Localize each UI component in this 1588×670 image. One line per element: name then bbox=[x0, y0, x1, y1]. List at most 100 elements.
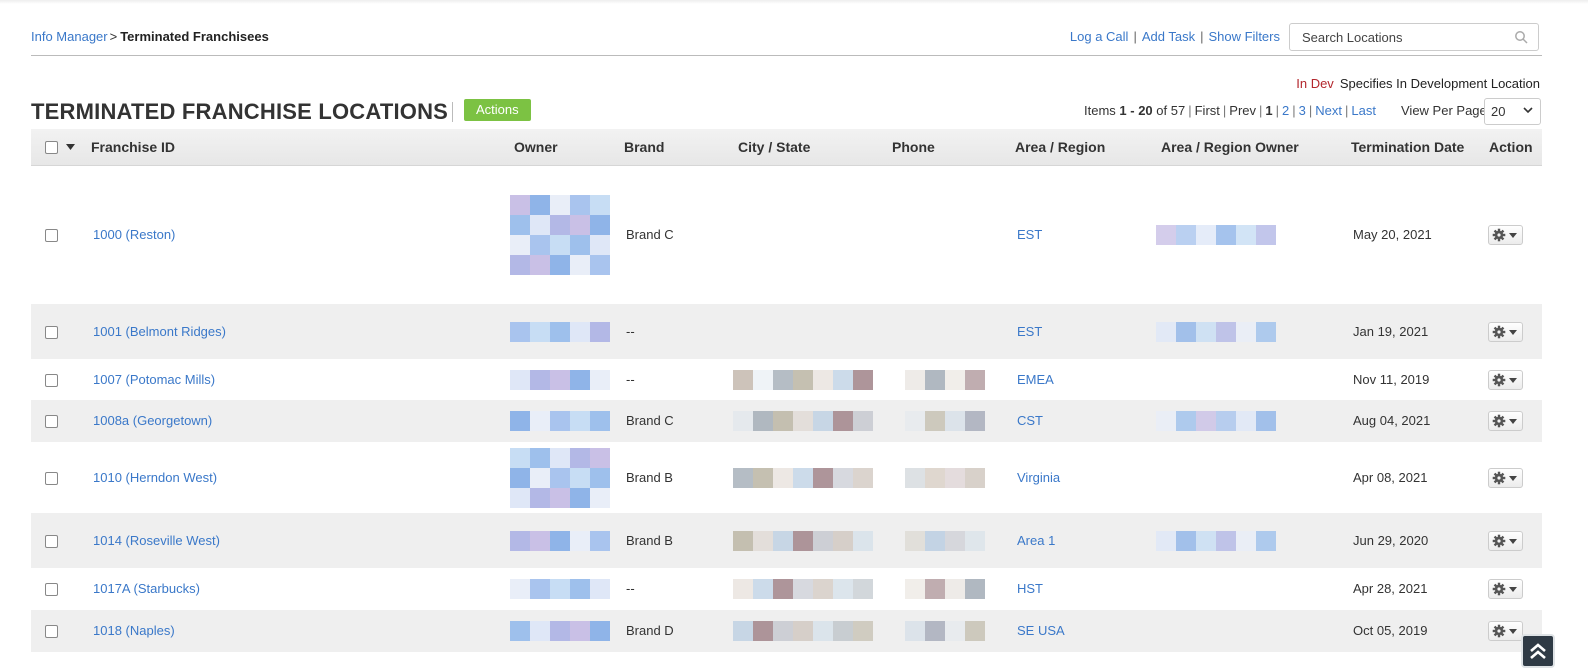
franchise-id-link[interactable]: 1008a (Georgetown) bbox=[93, 413, 212, 428]
pager-page-3[interactable]: 3 bbox=[1299, 103, 1306, 118]
owner-avatar-redacted bbox=[510, 411, 618, 431]
row-action-button[interactable] bbox=[1488, 370, 1523, 390]
pager-divider: | bbox=[1259, 103, 1263, 118]
row-checkbox[interactable] bbox=[45, 229, 58, 242]
items-prefix: Items bbox=[1084, 103, 1116, 118]
area-region-owner-redacted bbox=[1156, 411, 1276, 431]
row-action-button[interactable] bbox=[1488, 322, 1523, 342]
col-brand[interactable]: Brand bbox=[624, 139, 664, 155]
in-dev-legend: In Dev Specifies In Development Location bbox=[1296, 76, 1540, 91]
phone-redacted bbox=[905, 579, 985, 599]
items-range: 1 - 20 bbox=[1119, 103, 1153, 118]
chevron-down-icon bbox=[1523, 107, 1533, 114]
select-all-checkbox[interactable] bbox=[45, 141, 58, 154]
area-region-link[interactable]: SE USA bbox=[1017, 623, 1065, 638]
gear-icon bbox=[1492, 624, 1517, 638]
city-state-redacted bbox=[733, 531, 873, 551]
city-state-redacted bbox=[733, 411, 873, 431]
franchise-id-link[interactable]: 1018 (Naples) bbox=[93, 623, 175, 638]
city-state-redacted bbox=[733, 621, 873, 641]
col-owner[interactable]: Owner bbox=[514, 139, 558, 155]
owner-avatar-redacted bbox=[510, 579, 618, 599]
pager-current-page: 1 bbox=[1265, 103, 1273, 118]
city-state-redacted bbox=[733, 468, 873, 488]
col-termination-date[interactable]: Termination Date bbox=[1351, 139, 1464, 155]
breadcrumb: Info Manager > Terminated Franchisees bbox=[31, 29, 269, 44]
log-call-link[interactable]: Log a Call bbox=[1070, 29, 1129, 44]
search-input[interactable] bbox=[1302, 24, 1512, 50]
col-city-state[interactable]: City / State bbox=[738, 139, 810, 155]
area-region-link[interactable]: Area 1 bbox=[1017, 533, 1055, 548]
table-header: Franchise ID Owner Brand City / State Ph… bbox=[31, 129, 1542, 166]
col-area-region[interactable]: Area / Region bbox=[1015, 139, 1105, 155]
search-icon[interactable] bbox=[1514, 30, 1528, 44]
col-area-region-owner[interactable]: Area / Region Owner bbox=[1161, 139, 1299, 155]
area-region-link[interactable]: HST bbox=[1017, 581, 1043, 596]
gear-icon bbox=[1492, 414, 1517, 428]
row-checkbox[interactable] bbox=[45, 326, 58, 339]
franchise-id-link[interactable]: 1014 (Roseville West) bbox=[93, 533, 220, 548]
area-region-link[interactable]: Virginia bbox=[1017, 470, 1060, 485]
show-filters-link[interactable]: Show Filters bbox=[1208, 29, 1280, 44]
area-region-owner-redacted bbox=[1156, 531, 1276, 551]
row-action-button[interactable] bbox=[1488, 225, 1523, 245]
breadcrumb-current: Terminated Franchisees bbox=[120, 29, 269, 44]
table-row: 1008a (Georgetown) Brand C CST Aug 04, 2021 bbox=[31, 400, 1542, 442]
table-row: 1001 (Belmont Ridges) -- EST Jan 19, 2021 bbox=[31, 304, 1542, 359]
gear-icon bbox=[1492, 534, 1517, 548]
gear-icon bbox=[1492, 228, 1517, 242]
brand-cell: Brand B bbox=[626, 470, 673, 485]
area-region-link[interactable]: EST bbox=[1017, 324, 1042, 339]
pager-first: First bbox=[1194, 103, 1220, 118]
row-action-button[interactable] bbox=[1488, 531, 1523, 551]
row-action-button[interactable] bbox=[1488, 411, 1523, 431]
row-checkbox[interactable] bbox=[45, 625, 58, 638]
area-region-link[interactable]: CST bbox=[1017, 413, 1043, 428]
owner-avatar-redacted bbox=[510, 370, 618, 390]
franchise-id-link[interactable]: 1007 (Potomac Mills) bbox=[93, 372, 215, 387]
breadcrumb-info-manager-link[interactable]: Info Manager bbox=[31, 29, 108, 44]
termination-date: Jan 19, 2021 bbox=[1353, 324, 1429, 339]
col-action: Action bbox=[1489, 139, 1533, 155]
breadcrumb-separator: > bbox=[109, 29, 118, 44]
franchise-id-link[interactable]: 1017A (Starbucks) bbox=[93, 581, 200, 596]
table-row: 1000 (Reston) Brand C EST May 20, 2021 bbox=[31, 166, 1542, 304]
area-region-link[interactable]: EST bbox=[1017, 227, 1042, 242]
area-region-link[interactable]: EMEA bbox=[1017, 372, 1054, 387]
pager-next[interactable]: Next bbox=[1315, 103, 1342, 118]
table-row: 1007 (Potomac Mills) -- EMEA Nov 11, 2019 bbox=[31, 359, 1542, 400]
header-links: Log a Call | Add Task | Show Filters bbox=[1070, 29, 1280, 44]
col-franchise-id[interactable]: Franchise ID bbox=[91, 139, 175, 155]
row-checkbox[interactable] bbox=[45, 374, 58, 387]
link-divider: | bbox=[1133, 29, 1137, 44]
termination-date: May 20, 2021 bbox=[1353, 227, 1432, 242]
row-checkbox[interactable] bbox=[45, 535, 58, 548]
pagination: Items 1 - 20 of 57 | First | Prev | 1 | 2 | 3 | Next… bbox=[1084, 103, 1376, 118]
row-action-button[interactable] bbox=[1488, 621, 1523, 641]
per-page-select[interactable]: 20 bbox=[1484, 98, 1541, 125]
city-state-redacted bbox=[733, 370, 873, 390]
col-phone[interactable]: Phone bbox=[892, 139, 935, 155]
add-task-link[interactable]: Add Task bbox=[1142, 29, 1195, 44]
franchise-id-link[interactable]: 1001 (Belmont Ridges) bbox=[93, 324, 226, 339]
row-checkbox[interactable] bbox=[45, 415, 58, 428]
row-checkbox[interactable] bbox=[45, 583, 58, 596]
franchise-id-link[interactable]: 1000 (Reston) bbox=[93, 227, 175, 242]
row-checkbox[interactable] bbox=[45, 472, 58, 485]
caret-down-icon[interactable] bbox=[66, 144, 75, 151]
actions-button[interactable]: Actions bbox=[464, 99, 531, 121]
pager-page-2[interactable]: 2 bbox=[1282, 103, 1289, 118]
pager-last[interactable]: Last bbox=[1351, 103, 1376, 118]
pager-divider: | bbox=[1292, 103, 1296, 118]
owner-avatar-redacted bbox=[510, 448, 618, 508]
table-row: 1018 (Naples) Brand D SE USA Oct 05, 2019 bbox=[31, 610, 1542, 652]
owner-avatar-redacted bbox=[510, 195, 618, 275]
phone-redacted bbox=[905, 621, 985, 641]
scroll-to-top-button[interactable] bbox=[1521, 634, 1555, 668]
row-action-button[interactable] bbox=[1488, 579, 1523, 599]
franchise-id-link[interactable]: 1010 (Herndon West) bbox=[93, 470, 217, 485]
area-region-owner-redacted bbox=[1156, 225, 1276, 245]
row-action-button[interactable] bbox=[1488, 468, 1523, 488]
pager-divider: | bbox=[1275, 103, 1280, 118]
area-region-owner-redacted bbox=[1156, 322, 1276, 342]
